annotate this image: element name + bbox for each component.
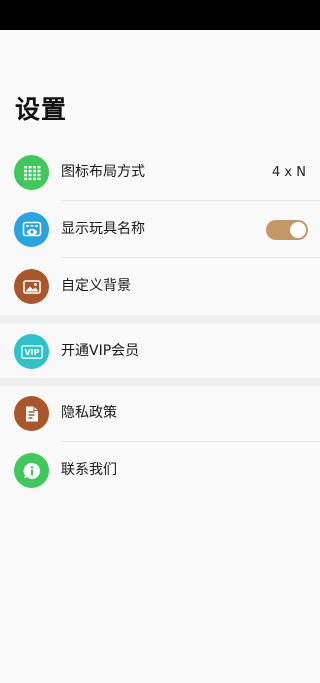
layout-value: 4 x N [272,165,306,180]
background-label: 自定义背景 [61,278,131,294]
vip-section: VIP 开通VIP会员 [0,323,320,380]
layout-row[interactable]: 图标布局方式 4 x N [0,144,320,201]
eye-icon [14,212,49,247]
show-names-row: 显示玩具名称 [0,201,320,258]
status-bar [0,0,320,30]
contact-label: 联系我们 [61,462,117,478]
info-chat-icon [14,453,49,488]
vip-row[interactable]: VIP 开通VIP会员 [0,323,320,380]
contact-row[interactable]: 联系我们 [0,442,320,499]
about-section: 隐私政策 联系我们 [0,385,320,499]
background-row[interactable]: 自定义背景 [0,258,320,315]
vip-label: 开通VIP会员 [61,343,140,359]
grid-icon [14,155,49,190]
svg-text:VIP: VIP [24,348,39,357]
vip-icon: VIP [14,334,49,369]
toggle-knob [290,222,306,238]
show-names-toggle[interactable] [266,220,308,240]
settings-section: 图标布局方式 4 x N 显示玩具名称 自定义背景 [0,144,320,315]
privacy-label: 隐私政策 [61,405,117,421]
privacy-row[interactable]: 隐私政策 [0,385,320,442]
show-names-label: 显示玩具名称 [61,221,145,237]
picture-icon [14,269,49,304]
page-title: 设置 [15,95,68,124]
layout-label: 图标布局方式 [61,164,145,180]
section-separator [0,315,320,323]
document-icon [14,396,49,431]
